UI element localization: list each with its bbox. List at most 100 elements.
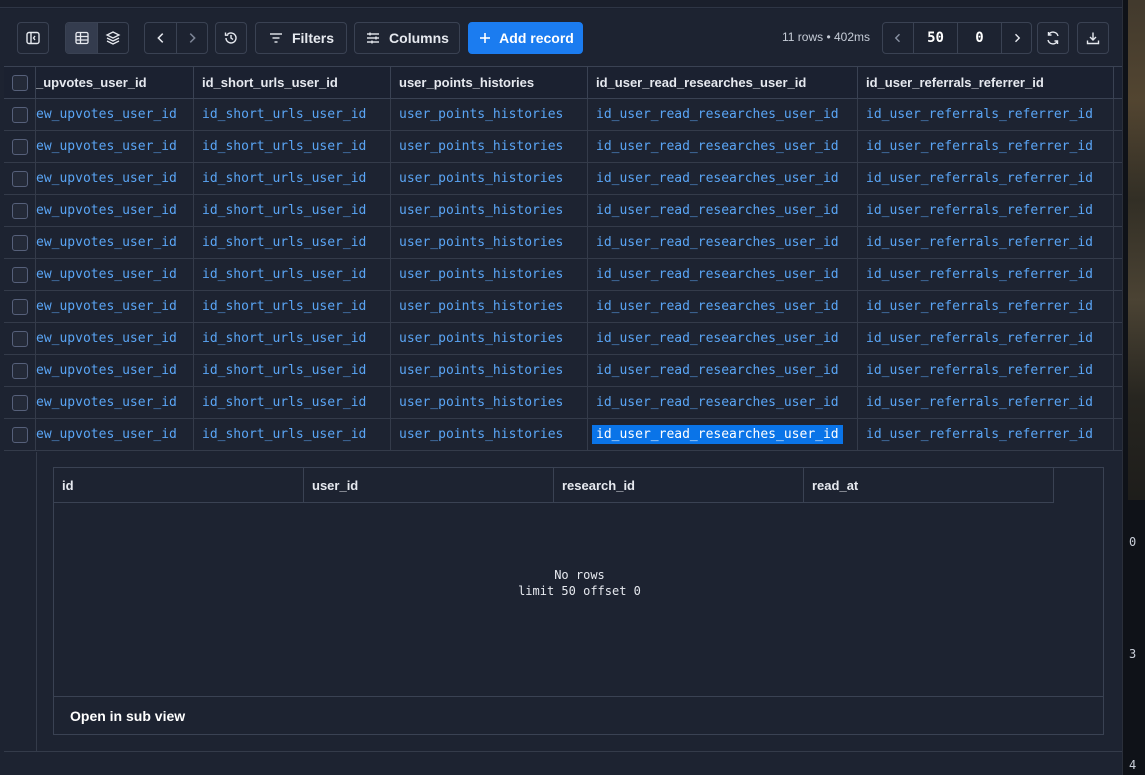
table-row[interactable]: ew_upvotes_user_id id_short_urls_user_id u… — [4, 419, 1122, 451]
sub-column-header[interactable]: read_at — [804, 468, 1054, 502]
prev-page-button[interactable] — [883, 23, 913, 53]
table-cell[interactable]: ew_upvotes_user_id — [36, 291, 194, 322]
table-cell[interactable]: id_user_referrals_referrer_id — [858, 195, 1114, 226]
table-cell[interactable]: id_short_urls_user_id — [194, 323, 391, 354]
cell-link[interactable]: id_user_referrals_referrer_id — [866, 107, 1093, 122]
cell-link[interactable]: user_points_histories — [399, 331, 563, 346]
table-cell[interactable]: id_user_read_researches_user_id — [588, 163, 858, 194]
table-row[interactable]: ew_upvotes_user_id id_short_urls_user_id u… — [4, 323, 1122, 355]
download-button[interactable] — [1077, 22, 1109, 54]
cell-link[interactable]: id_user_read_researches_user_id — [596, 107, 839, 122]
row-checkbox[interactable] — [11, 170, 28, 187]
cell-link[interactable]: user_points_histories — [399, 299, 563, 314]
cell-link[interactable]: id_user_referrals_referrer_id — [866, 171, 1093, 186]
table-cell[interactable]: id_short_urls_user_id — [194, 195, 391, 226]
column-header[interactable]: _upvotes_user_id — [36, 67, 194, 98]
cell-link[interactable]: ew_upvotes_user_id — [36, 363, 177, 378]
sub-column-header[interactable]: id — [54, 468, 304, 502]
cell-link[interactable]: user_points_histories — [399, 107, 563, 122]
table-cell[interactable]: id_short_urls_user_id — [194, 227, 391, 258]
table-cell[interactable]: id_user_referrals_referrer_id — [858, 387, 1114, 418]
cell-link[interactable]: id_short_urls_user_id — [202, 363, 366, 378]
table-cell[interactable]: id_user_read_researches_user_id — [588, 387, 858, 418]
cell-link[interactable]: id_user_referrals_referrer_id — [866, 235, 1093, 250]
cell-link[interactable]: id_short_urls_user_id — [202, 267, 366, 282]
table-cell[interactable]: ew_upvotes_user_id — [36, 387, 194, 418]
cell-link[interactable]: id_user_referrals_referrer_id — [866, 299, 1093, 314]
table-row[interactable]: ew_upvotes_user_id id_short_urls_user_id u… — [4, 227, 1122, 259]
column-header[interactable]: id_user_referrals_referrer_id — [858, 67, 1114, 98]
cell-link[interactable]: id_user_referrals_referrer_id — [866, 139, 1093, 154]
table-cell[interactable]: id_short_urls_user_id — [194, 355, 391, 386]
sidebar-toggle-button[interactable] — [17, 22, 49, 54]
table-cell[interactable]: id_user_read_researches_user_id — [588, 355, 858, 386]
table-cell[interactable]: ew_upvotes_user_id — [36, 355, 194, 386]
table-cell[interactable]: user_points_histories — [391, 259, 588, 290]
open-in-sub-view-button[interactable]: Open in sub view — [54, 696, 1103, 735]
sub-column-header[interactable]: research_id — [554, 468, 804, 502]
cell-link[interactable]: user_points_histories — [399, 235, 563, 250]
table-cell[interactable]: id_user_read_researches_user_id — [588, 195, 858, 226]
cell-link[interactable]: id_user_referrals_referrer_id — [866, 363, 1093, 378]
cell-link[interactable]: user_points_histories — [399, 203, 563, 218]
grid-view-button[interactable] — [66, 23, 97, 53]
table-cell[interactable]: id_user_referrals_referrer_id — [858, 259, 1114, 290]
table-row[interactable]: ew_upvotes_user_id id_short_urls_user_id u… — [4, 259, 1122, 291]
table-row[interactable]: ew_upvotes_user_id id_short_urls_user_id u… — [4, 291, 1122, 323]
table-cell[interactable]: id_user_referrals_referrer_id — [858, 419, 1114, 450]
table-cell[interactable]: user_points_histories — [391, 131, 588, 162]
table-cell[interactable]: ew_upvotes_user_id — [36, 99, 194, 130]
row-checkbox[interactable] — [11, 106, 28, 123]
forward-button[interactable] — [176, 23, 207, 53]
table-cell[interactable]: id_user_referrals_referrer_id — [858, 355, 1114, 386]
offset-input[interactable]: 0 — [957, 23, 1001, 53]
row-checkbox[interactable] — [11, 202, 28, 219]
row-checkbox[interactable] — [11, 138, 28, 155]
refresh-button[interactable] — [1037, 22, 1069, 54]
table-cell[interactable]: id_user_read_researches_user_id — [588, 99, 858, 130]
table-cell[interactable]: id_short_urls_user_id — [194, 291, 391, 322]
table-cell[interactable]: id_user_read_researches_user_id — [588, 259, 858, 290]
columns-button[interactable]: Columns — [354, 22, 460, 54]
cell-link[interactable]: id_short_urls_user_id — [202, 427, 366, 442]
cell-link[interactable]: user_points_histories — [399, 427, 563, 442]
cell-link[interactable]: id_user_read_researches_user_id — [596, 235, 839, 250]
cell-link[interactable]: id_user_read_researches_user_id — [596, 299, 839, 314]
table-row[interactable]: ew_upvotes_user_id id_short_urls_user_id u… — [4, 163, 1122, 195]
table-cell[interactable]: id_user_referrals_referrer_id — [858, 99, 1114, 130]
table-cell[interactable]: id_short_urls_user_id — [194, 259, 391, 290]
cell-link[interactable]: id_user_read_researches_user_id — [596, 395, 839, 410]
row-checkbox[interactable] — [11, 394, 28, 411]
table-cell[interactable]: id_user_read_researches_user_id — [588, 419, 858, 450]
table-row[interactable]: ew_upvotes_user_id id_short_urls_user_id u… — [4, 99, 1122, 131]
column-header[interactable]: id_user_read_researches_user_id — [588, 67, 858, 98]
selected-cell-text[interactable]: id_user_read_researches_user_id — [592, 425, 843, 444]
next-page-button[interactable] — [1001, 23, 1031, 53]
row-checkbox[interactable] — [11, 362, 28, 379]
table-cell[interactable]: ew_upvotes_user_id — [36, 163, 194, 194]
table-cell[interactable]: id_short_urls_user_id — [194, 163, 391, 194]
cell-link[interactable]: id_short_urls_user_id — [202, 299, 366, 314]
table-cell[interactable]: id_user_read_researches_user_id — [588, 227, 858, 258]
cell-link[interactable]: id_short_urls_user_id — [202, 235, 366, 250]
table-cell[interactable]: id_user_referrals_referrer_id — [858, 227, 1114, 258]
cell-link[interactable]: id_short_urls_user_id — [202, 139, 366, 154]
table-cell[interactable]: user_points_histories — [391, 99, 588, 130]
table-cell[interactable]: ew_upvotes_user_id — [36, 323, 194, 354]
layers-view-button[interactable] — [97, 23, 128, 53]
cell-link[interactable]: user_points_histories — [399, 267, 563, 282]
cell-link[interactable]: id_short_urls_user_id — [202, 107, 366, 122]
cell-link[interactable]: id_user_read_researches_user_id — [596, 139, 839, 154]
row-checkbox[interactable] — [11, 266, 28, 283]
table-cell[interactable]: id_user_referrals_referrer_id — [858, 131, 1114, 162]
cell-link[interactable]: id_user_read_researches_user_id — [596, 203, 839, 218]
row-checkbox[interactable] — [11, 234, 28, 251]
column-header[interactable]: id_short_urls_user_id — [194, 67, 391, 98]
cell-link[interactable]: ew_upvotes_user_id — [36, 395, 177, 410]
table-cell[interactable]: user_points_histories — [391, 419, 588, 450]
cell-link[interactable]: id_user_referrals_referrer_id — [866, 395, 1093, 410]
table-cell[interactable]: user_points_histories — [391, 195, 588, 226]
table-cell[interactable]: ew_upvotes_user_id — [36, 131, 194, 162]
cell-link[interactable]: user_points_histories — [399, 171, 563, 186]
cell-link[interactable]: id_user_read_researches_user_id — [596, 363, 839, 378]
